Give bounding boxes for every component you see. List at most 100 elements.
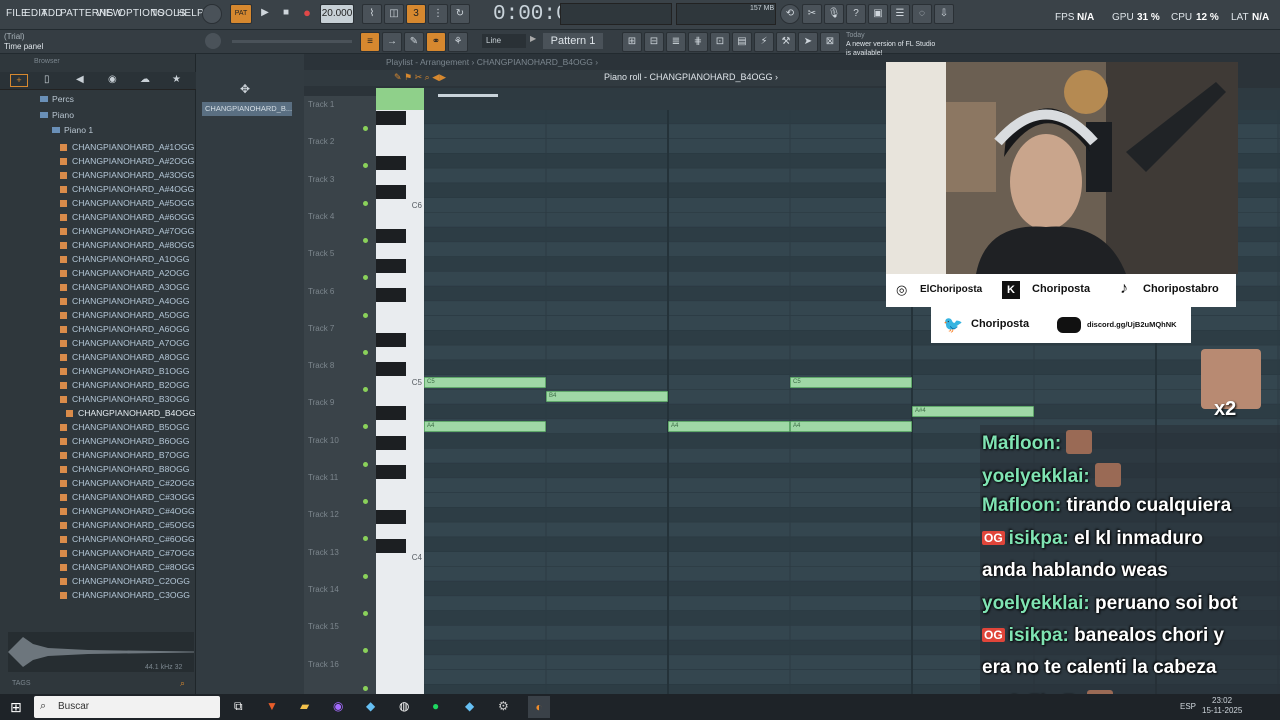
note[interactable]: A#4 bbox=[912, 406, 1034, 417]
black-key[interactable] bbox=[376, 229, 406, 244]
browser-file[interactable]: CHANGPIANOHARD_A#5OGG bbox=[60, 198, 194, 212]
windows-start-icon[interactable]: ⊞ bbox=[10, 699, 22, 716]
track-label[interactable]: Track 7 bbox=[308, 324, 334, 333]
track-label[interactable]: Track 12 bbox=[308, 510, 339, 519]
channel-rack-icon[interactable]: ⊟ bbox=[644, 32, 664, 52]
black-key[interactable] bbox=[376, 539, 406, 554]
browser-file-icon[interactable]: ▯ bbox=[44, 74, 50, 85]
note[interactable]: A4 bbox=[424, 420, 546, 432]
browser-folder[interactable]: Piano 1 bbox=[52, 125, 93, 139]
draw-icon[interactable]: ✎ bbox=[404, 32, 424, 52]
black-key[interactable] bbox=[376, 155, 406, 170]
pitch-knob[interactable] bbox=[205, 33, 221, 49]
fl-studio-icon[interactable]: ◐ bbox=[528, 696, 550, 718]
track-label[interactable]: Track 8 bbox=[308, 361, 334, 370]
track-label[interactable]: Track 1 bbox=[308, 100, 334, 109]
track-mute-led[interactable] bbox=[363, 387, 368, 393]
black-key[interactable] bbox=[376, 465, 406, 480]
track-mute-led[interactable] bbox=[363, 536, 368, 542]
track-label[interactable]: Track 2 bbox=[308, 137, 334, 146]
playlist-tool-icon[interactable]: ✥ bbox=[240, 82, 250, 96]
browser-file[interactable]: CHANGPIANOHARD_C#5OGG bbox=[60, 520, 195, 534]
spotify-icon[interactable]: ● bbox=[432, 699, 439, 713]
record-button[interactable]: ● bbox=[297, 4, 317, 24]
stamp-icon[interactable]: ⚘ bbox=[448, 32, 468, 52]
black-key[interactable] bbox=[376, 185, 406, 200]
master-volume-knob[interactable] bbox=[202, 4, 222, 24]
browser-file[interactable]: CHANGPIANOHARD_B6OGG bbox=[60, 436, 189, 450]
black-key[interactable] bbox=[376, 288, 406, 303]
black-key[interactable] bbox=[376, 258, 406, 273]
undo-history-icon[interactable]: ⟲ bbox=[780, 4, 800, 24]
browser-file[interactable]: CHANGPIANOHARD_B1OGG bbox=[60, 366, 189, 380]
note[interactable]: C5 bbox=[790, 376, 912, 388]
add-pattern-icon[interactable]: ⊞ bbox=[622, 32, 642, 52]
news-text[interactable]: A newer version of FL Studio is availabl… bbox=[846, 40, 936, 58]
plug-icon[interactable]: ⚡ bbox=[754, 32, 774, 52]
chat-username[interactable]: yoelyekklai: bbox=[982, 466, 1095, 487]
black-key[interactable] bbox=[376, 406, 406, 421]
note[interactable]: A4 bbox=[668, 420, 790, 432]
browser-file[interactable]: CHANGPIANOHARD_A#4OGG bbox=[60, 184, 194, 198]
track-mute-led[interactable] bbox=[363, 573, 368, 579]
chat-icon[interactable]: ◌ bbox=[912, 4, 932, 24]
folder-icon[interactable]: ▰ bbox=[300, 699, 309, 713]
browser-cloud-icon[interactable]: ☁ bbox=[140, 74, 150, 85]
taskbar-search[interactable]: ⌕ Buscar bbox=[34, 696, 220, 718]
track-mute-led[interactable] bbox=[363, 424, 368, 430]
metronome-icon[interactable]: ⌇ bbox=[362, 4, 382, 24]
browser-file-selected[interactable]: CHANGPIANOHARD_B4OGG bbox=[8, 407, 196, 422]
browser-file[interactable]: CHANGPIANOHARD_A#2OGG bbox=[60, 156, 194, 170]
save-icon[interactable]: ▣ bbox=[868, 4, 888, 24]
browser-file[interactable]: CHANGPIANOHARD_C#3OGG bbox=[60, 492, 195, 506]
browser-file[interactable]: CHANGPIANOHARD_C#2OGG bbox=[60, 478, 195, 492]
black-key[interactable] bbox=[376, 362, 406, 377]
track-mute-led[interactable] bbox=[363, 685, 368, 691]
language-indicator[interactable]: ESP bbox=[1180, 702, 1196, 711]
browser-file[interactable]: CHANGPIANOHARD_A2OGG bbox=[60, 268, 189, 282]
track-mute-led[interactable] bbox=[363, 499, 368, 504]
help-icon[interactable]: ? bbox=[846, 4, 866, 24]
track-mute-led[interactable] bbox=[363, 461, 368, 467]
mixer-icon[interactable]: ☰ bbox=[890, 4, 910, 24]
project-icon[interactable]: ▤ bbox=[732, 32, 752, 52]
browser-file[interactable]: CHANGPIANOHARD_A#3OGG bbox=[60, 170, 194, 184]
browser-file[interactable]: CHANGPIANOHARD_B3OGG bbox=[60, 394, 189, 408]
chat-username[interactable]: isikpa: bbox=[1009, 625, 1074, 646]
track-mute-led[interactable] bbox=[363, 610, 368, 616]
track-label[interactable]: Track 13 bbox=[308, 548, 339, 557]
track-label[interactable]: Track 4 bbox=[308, 212, 334, 221]
browser-file[interactable]: CHANGPIANOHARD_A#7OGG bbox=[60, 226, 194, 240]
browser-file[interactable]: CHANGPIANOHARD_C3OGG bbox=[60, 590, 190, 604]
cut-icon[interactable]: ✂ bbox=[802, 4, 822, 24]
browser-file[interactable]: CHANGPIANOHARD_B5OGG bbox=[60, 422, 189, 436]
black-key[interactable] bbox=[376, 332, 406, 347]
microphone-icon[interactable]: 🎙 bbox=[824, 4, 844, 24]
clock-time[interactable]: 23:02 bbox=[1212, 696, 1232, 705]
black-key[interactable] bbox=[376, 111, 406, 126]
track-mute-led[interactable] bbox=[363, 648, 368, 654]
brave-icon[interactable]: ▼ bbox=[266, 699, 278, 713]
link-icon[interactable]: ⚭ bbox=[426, 32, 446, 52]
black-key[interactable] bbox=[376, 509, 406, 524]
mixer-view-icon[interactable]: ⋕ bbox=[688, 32, 708, 52]
playlist-view-icon[interactable]: ≣ bbox=[666, 32, 686, 52]
browser-file[interactable]: CHANGPIANOHARD_B8OGG bbox=[60, 464, 189, 478]
track-mute-led[interactable] bbox=[363, 126, 368, 131]
stop-button[interactable]: ■ bbox=[276, 4, 296, 24]
track-mute-led[interactable] bbox=[363, 349, 368, 355]
chat-username[interactable]: Mafloon: bbox=[982, 433, 1066, 454]
store-icon[interactable]: ⊠ bbox=[820, 32, 840, 52]
browser-file[interactable]: CHANGPIANOHARD_C#6OGG bbox=[60, 534, 195, 548]
note[interactable]: B4 bbox=[546, 391, 668, 403]
browser-file[interactable]: CHANGPIANOHARD_A7OGG bbox=[60, 338, 189, 352]
pattern-select[interactable]: Pattern 1 bbox=[543, 33, 603, 49]
browser-star-icon[interactable]: ★ bbox=[172, 74, 181, 85]
menu-help[interactable]: HELP bbox=[177, 8, 204, 19]
track-label[interactable]: Track 3 bbox=[308, 175, 334, 184]
track-label[interactable]: Track 6 bbox=[308, 287, 334, 296]
wait-icon[interactable]: ◫ bbox=[384, 4, 404, 24]
note[interactable]: C5 bbox=[424, 376, 546, 388]
track-mute-led[interactable] bbox=[363, 163, 368, 169]
step-edit-icon[interactable]: ⋮ bbox=[428, 4, 448, 24]
